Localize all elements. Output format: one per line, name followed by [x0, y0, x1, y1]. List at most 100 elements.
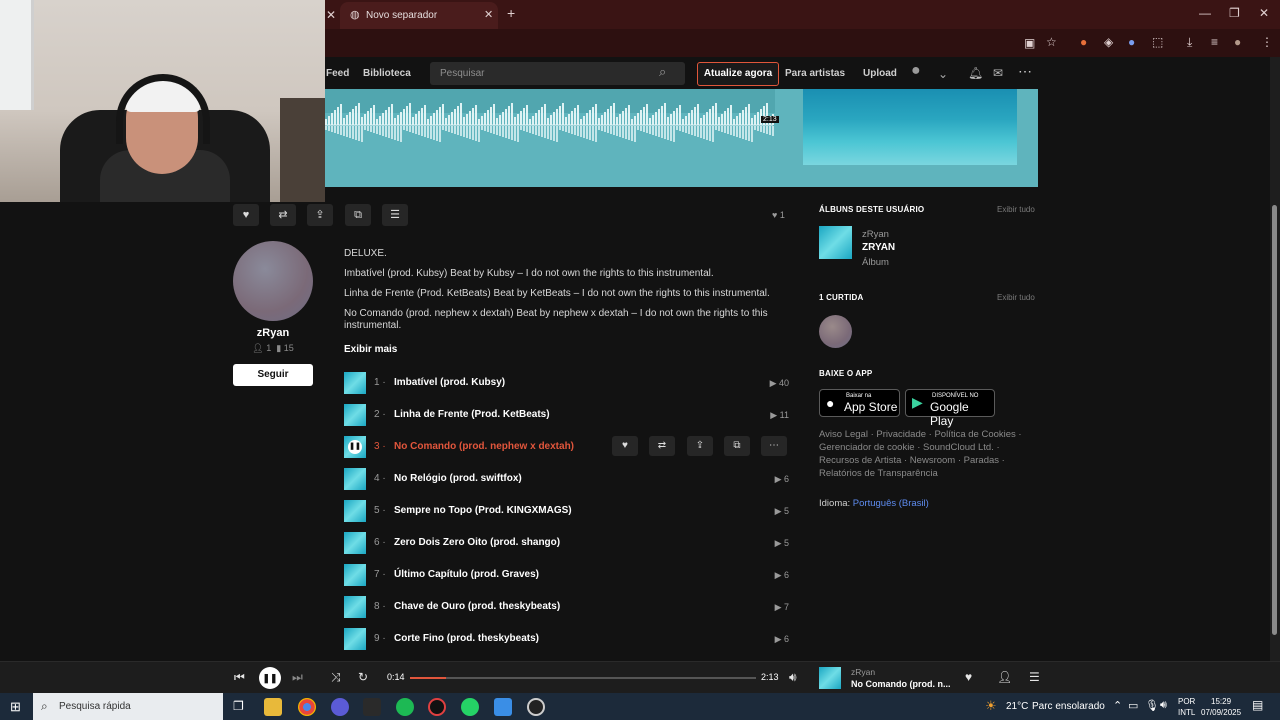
track-title[interactable]: No Relógio (prod. swiftfox): [394, 473, 522, 484]
track-repost-button[interactable]: ⇄: [649, 436, 675, 456]
menu-icon[interactable]: ⋮: [1261, 35, 1273, 49]
pause-button[interactable]: ❚❚: [259, 667, 281, 689]
restore-icon[interactable]: ❐: [1229, 6, 1240, 20]
nav-feed[interactable]: Feed: [326, 68, 349, 79]
follow-user-icon[interactable]: 👤︎: [997, 670, 1012, 684]
nav-upload[interactable]: Upload: [863, 68, 897, 79]
input-language-2[interactable]: INTL: [1178, 708, 1195, 717]
footer-links[interactable]: Aviso Legal · Privacidade · Política de …: [819, 428, 1034, 480]
spotify-icon[interactable]: [396, 698, 414, 716]
track-thumbnail[interactable]: [344, 628, 366, 650]
search-input[interactable]: [430, 62, 685, 85]
track-row[interactable]: 4 · No Relógio (prod. swiftfox) ▶ 6: [344, 468, 789, 492]
track-thumbnail[interactable]: [344, 404, 366, 426]
upgrade-button[interactable]: Atualize agora: [697, 62, 779, 86]
profile-avatar[interactable]: ●: [1234, 35, 1241, 49]
close-window-icon[interactable]: ✕: [1259, 6, 1269, 20]
track-title[interactable]: Corte Fino (prod. theskybeats): [394, 633, 539, 644]
more-icon[interactable]: ⋯: [1018, 64, 1032, 78]
now-playing-artwork[interactable]: [819, 667, 841, 689]
track-title[interactable]: Último Capítulo (prod. Graves): [394, 569, 539, 580]
clock-time[interactable]: 15:29: [1211, 697, 1231, 706]
like-button[interactable]: ♥: [233, 204, 259, 226]
speaker-icon[interactable]: 🔊︎: [1160, 699, 1167, 712]
microphone-icon[interactable]: 🎙︎: [1145, 699, 1159, 712]
track-thumbnail[interactable]: [344, 372, 366, 394]
next-track-icon[interactable]: ⏭: [292, 670, 303, 685]
waveform[interactable]: [325, 89, 785, 149]
volume-icon[interactable]: 🔊︎: [789, 670, 797, 685]
albums-view-all-link[interactable]: Exibir tudo: [997, 205, 1035, 214]
input-language-1[interactable]: POR: [1178, 697, 1195, 706]
whatsapp-icon[interactable]: [461, 698, 479, 716]
windows-start-icon[interactable]: ⊞: [10, 699, 21, 715]
shuffle-icon[interactable]: ⤨: [331, 670, 341, 685]
now-playing-artist[interactable]: zRyan: [851, 667, 875, 677]
track-like-button[interactable]: ♥: [612, 436, 638, 456]
add-to-next-button[interactable]: ☰: [382, 204, 408, 226]
search-icon[interactable]: ⌕: [659, 65, 666, 79]
nav-for-artists[interactable]: Para artistas: [785, 68, 845, 79]
google-play-badge[interactable]: ▶ DISPONÍVEL NO Google Play: [905, 389, 995, 428]
progress-bar[interactable]: [410, 677, 756, 679]
messages-icon[interactable]: ✉: [993, 66, 1003, 80]
now-playing-title[interactable]: No Comando (prod. n...: [851, 679, 951, 689]
extension-icon[interactable]: ◈: [1104, 35, 1113, 49]
follow-button[interactable]: Seguir: [233, 364, 313, 386]
chevron-down-icon[interactable]: ⌄: [938, 67, 948, 81]
show-more-link[interactable]: Exibir mais: [344, 344, 397, 355]
repeat-icon[interactable]: ↻: [358, 670, 368, 684]
new-tab-button[interactable]: +: [507, 6, 515, 20]
liker-avatar[interactable]: [819, 315, 852, 348]
language-selector[interactable]: Idioma: Português (Brasil): [819, 498, 929, 509]
notifications-icon[interactable]: ▤: [1252, 698, 1263, 712]
language-value[interactable]: Português (Brasil): [853, 498, 929, 509]
weather-temp[interactable]: 21°C: [1006, 701, 1028, 712]
track-share-button[interactable]: ⇪: [687, 436, 713, 456]
scrollbar-thumb[interactable]: [1272, 205, 1277, 635]
track-row[interactable]: 6 · Zero Dois Zero Oito (prod. shango) ▶…: [344, 532, 789, 556]
track-row[interactable]: 5 · Sempre no Topo (Prod. KINGXMAGS) ▶ 5: [344, 500, 789, 524]
copy-link-button[interactable]: ⧉: [345, 204, 371, 226]
album-artist[interactable]: zRyan: [862, 229, 889, 240]
queue-icon[interactable]: ☰: [1029, 670, 1040, 684]
download-icon[interactable]: ⤓: [1187, 35, 1192, 49]
weather-desc[interactable]: Parc ensolarado: [1032, 701, 1105, 712]
track-row[interactable]: 8 · Chave de Ouro (prod. theskybeats) ▶ …: [344, 596, 789, 620]
obs-icon[interactable]: [527, 698, 545, 716]
extension-icon[interactable]: ●: [1128, 35, 1135, 49]
share-button[interactable]: ⇪: [307, 204, 333, 226]
nav-library[interactable]: Biblioteca: [363, 68, 411, 79]
track-title[interactable]: Imbatível (prod. Kubsy): [394, 377, 505, 388]
reading-list-icon[interactable]: ≡: [1211, 35, 1218, 49]
track-row[interactable]: 7 · Último Capítulo (prod. Graves) ▶ 6: [344, 564, 789, 588]
app-store-badge[interactable]: ● Baixar na App Store: [819, 389, 900, 417]
track-title[interactable]: No Comando (prod. nephew x dextah): [394, 441, 574, 452]
user-avatar[interactable]: ●: [911, 63, 921, 79]
clock-date[interactable]: 07/09/2025: [1201, 708, 1241, 717]
track-copy-button[interactable]: ⧉: [724, 436, 750, 456]
track-title[interactable]: Sempre no Topo (Prod. KINGXMAGS): [394, 505, 572, 516]
tray-icon[interactable]: ▭: [1128, 699, 1138, 712]
cast-icon[interactable]: ▣: [1024, 36, 1035, 50]
close-tab-icon[interactable]: ✕: [326, 8, 336, 22]
app-icon[interactable]: [428, 698, 446, 716]
previous-track-icon[interactable]: ⏮: [234, 670, 245, 685]
track-row[interactable]: 1 · Imbatível (prod. Kubsy) ▶ 40: [344, 372, 789, 396]
track-more-button[interactable]: ⋯: [761, 436, 787, 456]
album-artwork[interactable]: [819, 226, 852, 259]
track-thumbnail[interactable]: [344, 500, 366, 522]
track-thumbnail[interactable]: [344, 596, 366, 618]
chrome-icon[interactable]: [298, 698, 316, 716]
track-thumbnail[interactable]: [344, 532, 366, 554]
app-icon[interactable]: [363, 698, 381, 716]
track-title[interactable]: Chave de Ouro (prod. theskybeats): [394, 601, 560, 612]
app-icon[interactable]: [331, 698, 349, 716]
page-scrollbar[interactable]: [1270, 57, 1280, 661]
app-icon[interactable]: [494, 698, 512, 716]
pause-icon[interactable]: ❚❚: [348, 440, 362, 454]
task-view-icon[interactable]: ❐: [233, 699, 244, 713]
puzzle-icon[interactable]: ⬚: [1152, 35, 1163, 49]
minimize-icon[interactable]: —: [1199, 6, 1211, 20]
file-explorer-icon[interactable]: [264, 698, 282, 716]
